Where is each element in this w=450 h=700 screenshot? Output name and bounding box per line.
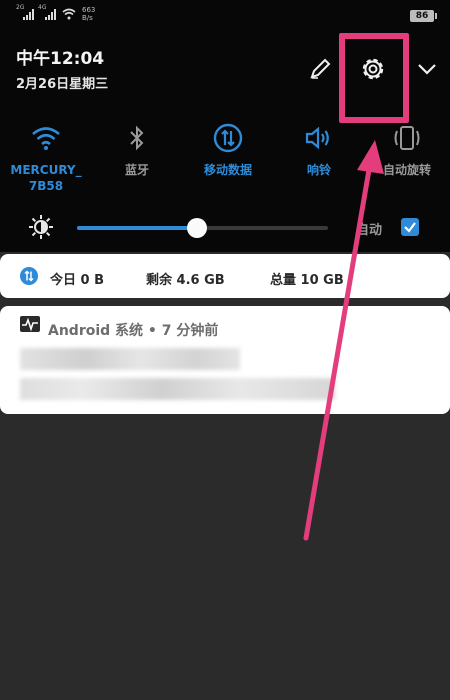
- wifi-icon: [30, 122, 62, 154]
- checkmark-icon: [404, 222, 416, 233]
- battery-icon: 86: [410, 10, 437, 22]
- toggle-bluetooth-label: 蓝牙: [124, 163, 149, 177]
- highlight-box: [339, 33, 409, 123]
- notification-header: Android 系统 • 7 分钟前: [48, 320, 218, 340]
- network-speed: 663 B/s: [82, 6, 96, 22]
- toggle-wifi[interactable]: MERCURY_ 7B58: [0, 122, 92, 194]
- blurred-notification-text: [20, 378, 335, 400]
- data-usage-icon: [20, 267, 38, 285]
- clock-date: 2月26日星期三: [16, 77, 109, 92]
- quick-settings-toggles: MERCURY_ 7B58 蓝牙 移动数据 响铃 自动旋转: [0, 122, 450, 194]
- notification-app-name: Android 系统: [48, 323, 144, 339]
- data-today: 今日 0 B: [50, 273, 105, 288]
- clock-time: 中午12:04: [16, 49, 105, 69]
- pencil-icon[interactable]: [307, 56, 333, 82]
- toggle-mobile-data-label: 移动数据: [203, 163, 252, 177]
- toggle-ring-label: 响铃: [306, 163, 331, 177]
- brightness-slider[interactable]: [77, 218, 328, 238]
- sim2-signal-icon: 4G: [38, 4, 56, 20]
- mobile-data-icon: [212, 122, 244, 154]
- toggle-auto-rotate[interactable]: 自动旋转: [364, 122, 450, 178]
- pulse-icon: [20, 316, 40, 332]
- toggle-wifi-label: MERCURY_ 7B58: [10, 163, 82, 193]
- data-total: 总量 10 GB: [270, 273, 344, 288]
- toggle-mobile-data[interactable]: 移动数据: [182, 122, 274, 178]
- status-bar-left: 2G 4G 663 B/s: [16, 4, 96, 22]
- wifi-status-icon: [62, 8, 76, 20]
- data-usage-card[interactable]: 今日 0 B 剩余 4.6 GB 总量 10 GB: [0, 254, 450, 298]
- sim1-signal-icon: 2G: [16, 4, 34, 20]
- toggle-bluetooth[interactable]: 蓝牙: [92, 122, 182, 178]
- battery-level: 86: [415, 11, 429, 21]
- volume-icon: [303, 122, 335, 154]
- data-remaining: 剩余 4.6 GB: [146, 273, 225, 288]
- brightness-slider-thumb[interactable]: [187, 218, 208, 238]
- auto-brightness-label: 自动: [356, 223, 383, 238]
- toggle-ring[interactable]: 响铃: [274, 122, 364, 178]
- bluetooth-icon: [121, 122, 153, 154]
- rotate-icon: [391, 122, 423, 154]
- screen: 2G 4G 663 B/s 86 中午12:04 2月26日星期三 MERCUR…: [0, 0, 450, 700]
- notification-separator: •: [147, 323, 157, 339]
- brightness-slider-fill: [77, 226, 198, 230]
- toggle-auto-rotate-label: 自动旋转: [382, 163, 431, 177]
- notification-time: 7 分钟前: [161, 323, 219, 339]
- auto-brightness-checkbox[interactable]: [401, 218, 419, 236]
- blurred-notification-text: [20, 348, 240, 370]
- chevron-down-icon[interactable]: [416, 58, 438, 80]
- brightness-icon: [28, 214, 54, 240]
